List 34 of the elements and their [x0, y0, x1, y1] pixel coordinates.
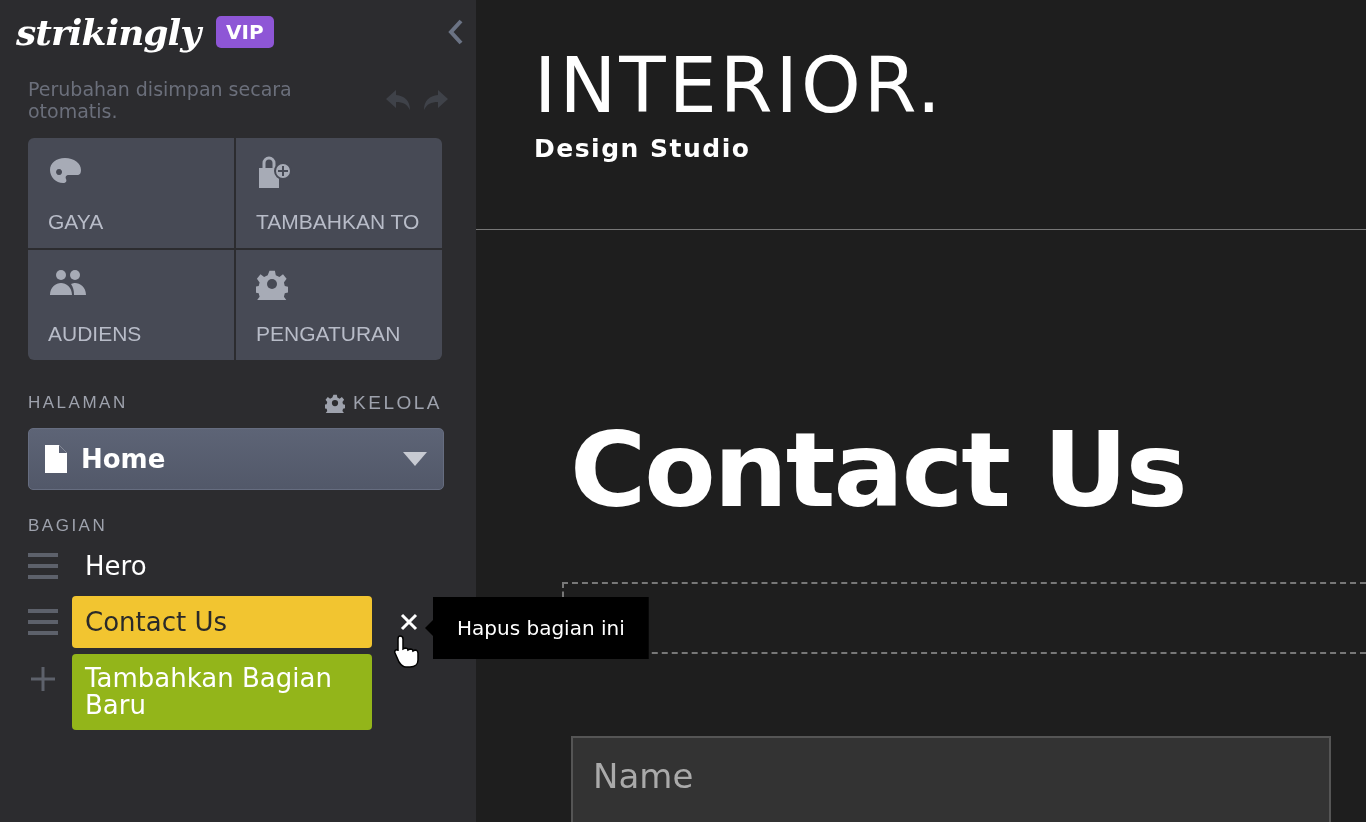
add-section-button[interactable]: Tambahkan Bagian Baru — [72, 654, 372, 730]
section-heading: HALAMAN — [28, 393, 128, 413]
people-icon — [48, 268, 88, 296]
section-heading: BAGIAN — [28, 516, 109, 536]
site-tagline: Design Studio — [534, 134, 752, 163]
settings-icon — [325, 393, 346, 413]
drag-handle-icon[interactable] — [28, 553, 58, 579]
close-button[interactable] — [400, 613, 418, 631]
manage-button[interactable]: KELOLA — [325, 392, 442, 414]
hand-cursor-icon — [394, 634, 422, 668]
name-field[interactable]: Name — [571, 736, 1331, 822]
menu-tile[interactable]: GAYA — [28, 138, 234, 248]
settings-icon — [256, 268, 288, 300]
bag-plus-icon — [256, 156, 292, 190]
palette-icon — [48, 156, 82, 186]
menu-tile[interactable]: AUDIENS — [28, 250, 234, 360]
drag-handle-icon[interactable] — [28, 609, 58, 635]
autosave-status: Perubahan disimpan secara otomatis. — [28, 78, 293, 122]
document-icon — [45, 445, 67, 473]
site-logo: INTERIOR. — [534, 46, 945, 126]
vip-badge: VIP — [216, 16, 274, 48]
tooltip: Hapus bagian ini — [425, 597, 649, 659]
menu-tile[interactable]: TAMBAHKAN TO — [236, 138, 442, 248]
collapse-chevron-icon[interactable] — [448, 19, 464, 45]
menu-tile[interactable]: PENGATURAN — [236, 250, 442, 360]
redo-icon[interactable] — [422, 88, 450, 112]
logo: strikingly — [16, 11, 201, 53]
page-dropdown[interactable]: Home — [28, 428, 444, 490]
section-item[interactable]: Contact Us — [72, 596, 372, 648]
plus-icon — [28, 664, 58, 694]
caret-icon — [403, 452, 427, 466]
undo-icon[interactable] — [384, 88, 412, 112]
section-item[interactable]: Hero — [72, 540, 372, 592]
page-heading: Contact Us — [570, 410, 1187, 530]
